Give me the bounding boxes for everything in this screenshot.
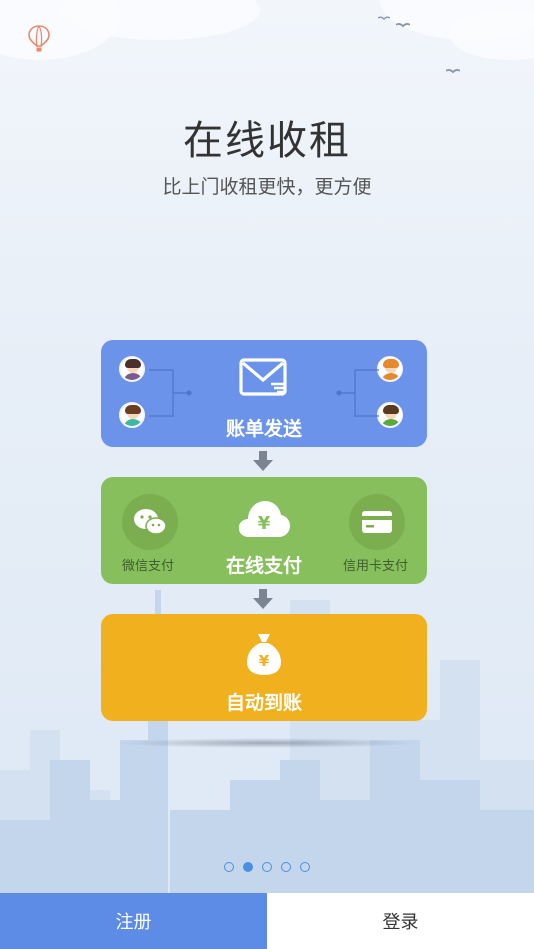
arrow-down-icon — [253, 589, 273, 609]
arrow-down-icon — [253, 451, 273, 471]
wechat-pay-circle — [122, 494, 178, 550]
page-title: 在线收租 — [183, 118, 351, 164]
money-bag-icon: ¥ — [247, 634, 281, 675]
page-dot[interactable] — [300, 862, 310, 872]
register-button[interactable]: 注册 — [0, 893, 267, 949]
bird-icon — [396, 22, 410, 28]
bird-icon — [446, 68, 460, 74]
credit-card-pay-circle — [349, 494, 405, 550]
step-card-bill-sending: 账单发送 — [101, 340, 427, 447]
step-card-auto-arrival: ¥ 自动到账 — [101, 614, 427, 721]
bird-icon — [378, 16, 390, 20]
svg-text:¥: ¥ — [258, 513, 271, 534]
mail-icon — [239, 358, 287, 396]
step-label: 自动到账 — [225, 692, 302, 714]
hot-air-balloon-icon — [28, 25, 50, 52]
page-dot[interactable] — [262, 862, 272, 872]
onboarding-screen: 在线收租 比上门收租更快，更方便 账单发送 微信支付 ¥ 在线支付 信用卡支付 … — [0, 0, 534, 949]
page-subtitle: 比上门收租更快，更方便 — [162, 176, 372, 198]
step-label: 账单发送 — [225, 418, 302, 440]
credit-card-pay-label: 信用卡支付 — [343, 559, 409, 574]
step-card-online-payment: 微信支付 ¥ 在线支付 信用卡支付 — [101, 477, 427, 584]
page-dot[interactable] — [281, 862, 291, 872]
login-button[interactable]: 登录 — [267, 893, 534, 949]
page-dot-active[interactable] — [243, 862, 253, 872]
credit-card-icon — [362, 511, 392, 533]
page-indicator — [0, 862, 534, 872]
cards-shadow — [115, 738, 419, 748]
svg-text:¥: ¥ — [259, 652, 270, 670]
wechat-icon — [134, 509, 167, 535]
yuan-cloud-icon: ¥ — [238, 501, 290, 537]
page-dot[interactable] — [224, 862, 234, 872]
